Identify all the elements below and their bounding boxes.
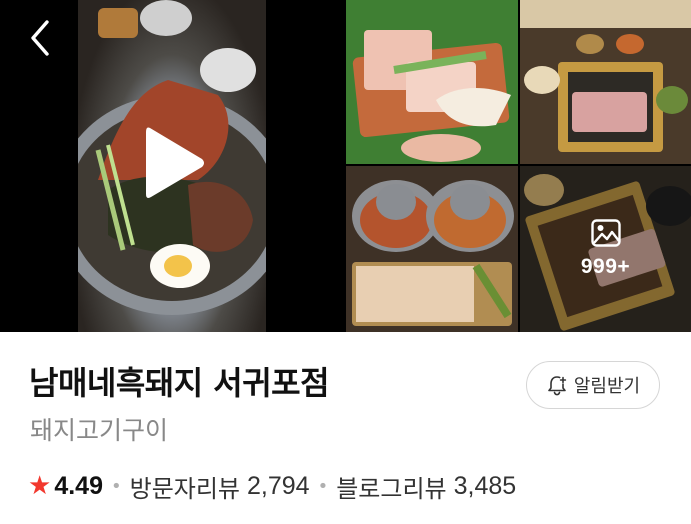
visitor-review-count[interactable]: 2,794 (247, 472, 310, 501)
visitor-review-label[interactable]: 방문자리뷰 (130, 469, 240, 504)
review-stats: ★ 4.49 • 방문자리뷰 2,794 • 블로그리뷰 3,485 (28, 466, 516, 506)
place-category: 돼지고기구이 (30, 416, 169, 445)
bell-plus-icon (548, 376, 567, 396)
chevron-left-icon (31, 20, 49, 56)
video-thumbnail[interactable] (0, 0, 344, 332)
alert-button-label: 알림받기 (573, 376, 641, 397)
alert-subscribe-button[interactable]: 알림받기 (526, 361, 660, 409)
gallery-photo[interactable] (346, 166, 518, 332)
blog-review-count[interactable]: 3,485 (454, 472, 517, 501)
image-icon (590, 219, 621, 247)
back-button[interactable] (22, 16, 58, 60)
photo-pork-board (346, 0, 518, 164)
photo-table-spread (520, 0, 691, 164)
gallery-photo-more[interactable]: 999+ (520, 166, 691, 332)
more-photos-overlay[interactable]: 999+ (520, 166, 691, 332)
photo-gallery: 999+ (0, 0, 691, 332)
separator-dot: • (317, 475, 329, 497)
rating-value: 4.49 (54, 471, 103, 500)
photo-stew-and-grill (346, 166, 518, 332)
play-button[interactable] (136, 124, 208, 202)
place-name: 남매네흑돼지 서귀포점 (29, 364, 330, 402)
star-icon: ★ (28, 471, 52, 501)
more-photos-count: 999+ (580, 255, 631, 278)
gallery-photo[interactable] (520, 0, 691, 164)
play-icon (146, 127, 204, 198)
separator-dot: • (110, 475, 122, 497)
blog-review-label[interactable]: 블로그리뷰 (336, 469, 446, 504)
gallery-photo[interactable] (346, 0, 518, 164)
